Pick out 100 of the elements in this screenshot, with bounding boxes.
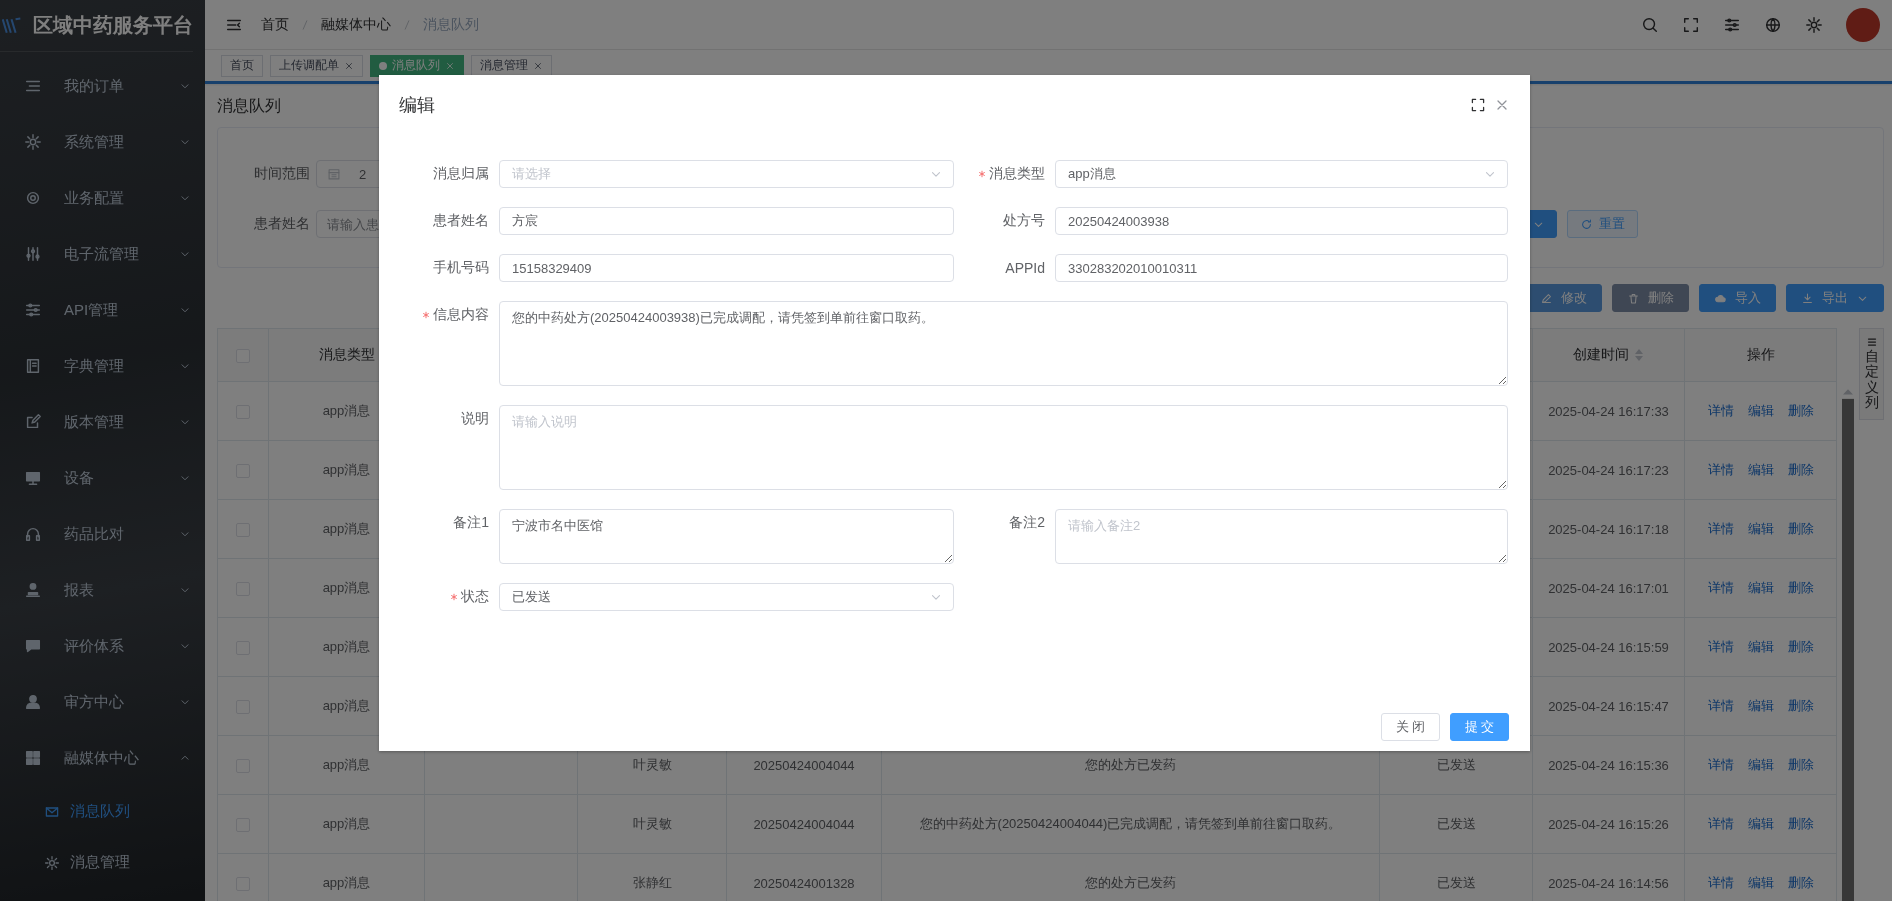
close-button[interactable]: 关 闭 (1381, 713, 1440, 741)
grid-icon (24, 749, 42, 767)
select-field[interactable]: app消息 (1055, 160, 1508, 188)
close-icon[interactable] (344, 60, 354, 71)
field-label: 患者姓名 (253, 215, 310, 233)
table-cell: 2025-04-24 16:17:01 (1548, 580, 1669, 596)
reset-button[interactable]: 重置 (1567, 210, 1638, 238)
tab[interactable]: 消息管理 (471, 54, 552, 77)
table-cell: app消息 (322, 462, 371, 477)
menu-item[interactable]: 审方中心 (0, 674, 205, 730)
breadcrumb-link[interactable]: 融媒体中心 (321, 15, 391, 34)
action-link[interactable]: 删除 (1787, 638, 1814, 656)
table-cell: app消息 (322, 403, 371, 418)
tab[interactable]: 消息队列 (370, 54, 464, 77)
action-link[interactable]: 详情 (1707, 697, 1734, 715)
action-link[interactable]: 删除 (1787, 874, 1814, 892)
table-cell: app消息 (322, 816, 371, 831)
close-icon[interactable] (533, 60, 543, 71)
select-field[interactable]: 请选择 (499, 160, 954, 188)
menu-item[interactable]: 字典管理 (0, 338, 205, 394)
menu-item[interactable]: 报表 (0, 562, 205, 618)
sliders-icon[interactable] (1723, 15, 1741, 34)
action-link[interactable]: 详情 (1707, 756, 1734, 774)
table-cell: 张静红 (632, 875, 672, 890)
custom-columns-button[interactable]: 自定义列 (1859, 328, 1884, 420)
text-field[interactable]: 方宸 (499, 207, 954, 235)
gear-icon (24, 133, 42, 151)
text-area[interactable]: 请输入备注2 (1055, 509, 1508, 564)
action-link[interactable]: 详情 (1707, 815, 1734, 833)
action-link[interactable]: 删除 (1787, 520, 1814, 538)
headset-icon (24, 525, 42, 543)
column-header[interactable]: 创建时间 (1573, 346, 1644, 364)
action-link[interactable]: 删除 (1787, 461, 1814, 479)
breadcrumb-link[interactable]: 首页 (261, 15, 289, 34)
action-link[interactable]: 编辑 (1747, 756, 1774, 774)
avatar[interactable] (1846, 7, 1880, 42)
table-cell: 2025-04-24 16:17:18 (1548, 521, 1669, 537)
action-link[interactable]: 编辑 (1747, 461, 1774, 479)
action-link[interactable]: 详情 (1707, 579, 1734, 597)
text-field[interactable]: 15158329409 (499, 254, 954, 282)
menu-item[interactable]: 系统管理 (0, 114, 205, 170)
submenu-item[interactable]: 消息管理 (0, 837, 205, 888)
field-label: 消息类型 (989, 165, 1045, 183)
monitor-icon (24, 469, 42, 487)
menu-item[interactable]: 电子流管理 (0, 226, 205, 282)
menu-item[interactable]: 业务配置 (0, 170, 205, 226)
close-icon[interactable] (445, 60, 455, 71)
menu-item[interactable]: 药品比对 (0, 506, 205, 562)
tab[interactable]: 首页 (221, 54, 263, 77)
action-link[interactable]: 编辑 (1747, 874, 1774, 892)
text-area[interactable]: 宁波市名中医馆 (499, 509, 954, 564)
globe-icon[interactable] (1764, 15, 1782, 34)
settings-icon[interactable] (1805, 15, 1823, 34)
action-link[interactable]: 删除 (1787, 579, 1814, 597)
field-label: 消息归属 (433, 165, 489, 183)
tab[interactable]: 上传调配单 (270, 54, 363, 77)
action-link[interactable]: 详情 (1707, 402, 1734, 420)
text-area[interactable]: 请输入说明 (499, 405, 1508, 490)
table-cell: 您的处方已发药 (1085, 757, 1176, 772)
action-link[interactable]: 详情 (1707, 520, 1734, 538)
action-link[interactable]: 删除 (1787, 697, 1814, 715)
submit-button[interactable]: 提 交 (1450, 713, 1509, 741)
table-cell: 2025-04-24 16:15:59 (1548, 639, 1669, 655)
search-icon[interactable] (1641, 15, 1659, 34)
table-cell: 2025-04-24 16:15:26 (1548, 816, 1669, 832)
menu-item[interactable]: 评价体系 (0, 618, 205, 674)
action-link[interactable]: 删除 (1787, 815, 1814, 833)
select-field[interactable]: 已发送 (499, 583, 954, 611)
menu-item[interactable]: 版本管理 (0, 394, 205, 450)
table-cell: 已发送 (1436, 757, 1476, 772)
toolbar-button[interactable]: 导入 (1699, 284, 1776, 312)
app-title: 区域中药服务平台 (33, 13, 193, 38)
toolbar-button[interactable]: 导出 (1786, 284, 1884, 312)
table-cell: app消息 (322, 580, 371, 595)
action-link[interactable]: 编辑 (1747, 815, 1774, 833)
table-cell: 20250424001328 (753, 875, 855, 891)
pencil-icon (1540, 291, 1553, 305)
field-label: 备注1 (453, 514, 489, 532)
text-field[interactable]: 330283202010010311 (1055, 254, 1508, 282)
text-field[interactable]: 20250424003938 (1055, 207, 1508, 235)
action-link[interactable]: 编辑 (1747, 520, 1774, 538)
menu-item[interactable]: 设备 (0, 450, 205, 506)
action-link[interactable]: 编辑 (1747, 402, 1774, 420)
action-link[interactable]: 编辑 (1747, 697, 1774, 715)
action-link[interactable]: 详情 (1707, 874, 1734, 892)
menu-item[interactable]: 我的订单 (0, 58, 205, 114)
table-cell: 2025-04-24 16:17:23 (1548, 462, 1669, 478)
submenu-item[interactable]: 消息队列 (0, 786, 205, 837)
action-link[interactable]: 详情 (1707, 461, 1734, 479)
menu-item[interactable]: API管理 (0, 282, 205, 338)
action-link[interactable]: 编辑 (1747, 638, 1774, 656)
text-area[interactable]: 您的中药处方(20250424003938)已完成调配，请凭签到单前往窗口取药。 (499, 301, 1508, 386)
action-link[interactable]: 删除 (1787, 756, 1814, 774)
fullscreen-icon[interactable] (1470, 97, 1486, 113)
action-link[interactable]: 删除 (1787, 402, 1814, 420)
menu-item[interactable]: 融媒体中心 (0, 730, 205, 786)
action-link[interactable]: 编辑 (1747, 579, 1774, 597)
action-link[interactable]: 详情 (1707, 638, 1734, 656)
sliders-icon (24, 301, 42, 319)
sliders-icon (24, 245, 42, 263)
